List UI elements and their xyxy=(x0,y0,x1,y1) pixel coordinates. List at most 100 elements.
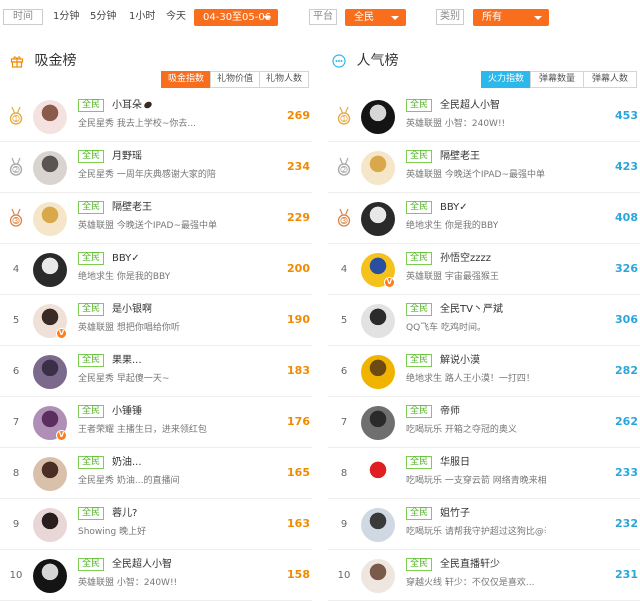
platform-tag: 全民 xyxy=(78,354,105,367)
gold-ranking-title-text: 吸金榜 xyxy=(34,53,77,69)
stream-description: 绝地求生 你是我的BBY xyxy=(406,221,499,231)
avatar[interactable] xyxy=(361,406,395,440)
avatar[interactable] xyxy=(33,355,67,389)
streamer-name[interactable]: 月野瑶 xyxy=(112,150,142,164)
rank-number: 6 xyxy=(340,366,348,377)
score-value: 231 xyxy=(615,568,638,581)
time-option-5min[interactable]: 5分钟 xyxy=(90,11,116,23)
streamer-name[interactable]: 全民直播轩少 xyxy=(440,558,500,572)
streamer-name[interactable]: 小耳朵 xyxy=(112,99,153,113)
stream-description: 全民星秀 早起傻一天~ xyxy=(78,374,170,384)
streamer-name[interactable]: 隔壁老王 xyxy=(112,201,152,215)
ranking-row[interactable]: 10 全民 全民超人小智 英雄联盟 小智：240W!! 158 xyxy=(0,550,312,601)
streamer-name[interactable]: 隔壁老王 xyxy=(440,150,480,164)
ranking-row[interactable]: 5 全民 全民TV丶严斌 QQ飞车 吃鸡时间。 306 xyxy=(328,295,640,346)
platform-tag: 全民 xyxy=(406,558,433,571)
platform-dropdown[interactable]: 全民 xyxy=(345,9,406,26)
tab-gift-people[interactable]: 礼物人数 xyxy=(259,71,309,88)
avatar[interactable] xyxy=(361,304,395,338)
avatar[interactable] xyxy=(361,559,395,593)
time-option-today[interactable]: 今天 xyxy=(166,11,186,23)
tab-fire-index[interactable]: 火力指数 xyxy=(481,71,531,88)
avatar[interactable] xyxy=(361,100,395,134)
popularity-ranking-panel: 人气榜 火力指数 弹幕数量 弹幕人数 1 全民 全民超人小智 英雄联盟 小智：240W… xyxy=(328,34,640,601)
time-option-1hour[interactable]: 1小时 xyxy=(129,11,155,23)
ranking-row[interactable]: 3 全民 隔壁老王 英雄联盟 今晚送个IPAD~最强中单 229 xyxy=(0,193,312,244)
streamer-name[interactable]: 解说小漠 xyxy=(440,354,480,368)
category-filter-label: 类别 xyxy=(436,9,464,25)
filter-bar: 时间 1分钟 5分钟 1小时 今天 04-30至05-06 平台 全民 类别 所… xyxy=(0,0,640,34)
gift-icon xyxy=(10,56,24,68)
score-value: 200 xyxy=(287,262,310,275)
platform-tag: 全民 xyxy=(406,507,433,520)
ranking-row[interactable]: 8 全民 奶油... 全民星秀 奶油...的直播间 165 xyxy=(0,448,312,499)
ranking-row[interactable]: 1 全民 全民超人小智 英雄联盟 小智：240W!! 453 xyxy=(328,91,640,142)
avatar[interactable] xyxy=(33,559,67,593)
tab-danmaku-count[interactable]: 弹幕数量 xyxy=(530,71,584,88)
ranking-row[interactable]: 9 全民 姐竹子 吃喝玩乐 请帮我守护超过这狗比@辛 232 xyxy=(328,499,640,550)
tab-danmaku-people[interactable]: 弹幕人数 xyxy=(583,71,637,88)
streamer-name[interactable]: 姐竹子 xyxy=(440,507,470,521)
streamer-name[interactable]: 蓉儿? xyxy=(112,507,137,521)
ranking-row[interactable]: 8 全民 华服日 吃喝玩乐 一支穿云箭 网络青晚来相见 233 xyxy=(328,448,640,499)
rank-number: 5 xyxy=(12,315,20,326)
streamer-name-text: 隔壁老王 xyxy=(440,151,480,162)
streamer-name[interactable]: 帝师 xyxy=(440,405,460,419)
ranking-row[interactable]: 3 全民 BBY✓ 绝地求生 你是我的BBY 408 xyxy=(328,193,640,244)
streamer-name[interactable]: 全民超人小智 xyxy=(440,99,500,113)
ranking-row[interactable]: 5 V 全民 是小银啊 英雄联盟 想把你唱给你听 190 xyxy=(0,295,312,346)
streamer-name[interactable]: 孙悟空zzzz xyxy=(440,252,491,266)
streamer-name[interactable]: 全民超人小智 xyxy=(112,558,172,572)
rank-number: 5 xyxy=(340,315,348,326)
chevron-down-icon xyxy=(263,16,271,20)
platform-filter-label: 平台 xyxy=(309,9,337,25)
score-value: 176 xyxy=(287,415,310,428)
ranking-row[interactable]: 9 全民 蓉儿? Showing 晚上好 163 xyxy=(0,499,312,550)
ranking-row[interactable]: 2 全民 隔壁老王 英雄联盟 今晚送个IPAD~最强中单 423 xyxy=(328,142,640,193)
avatar[interactable] xyxy=(33,508,67,542)
streamer-name[interactable]: BBY✓ xyxy=(112,252,140,266)
streamer-name[interactable]: 全民TV丶严斌 xyxy=(440,303,503,317)
rank-medal-number: 1 xyxy=(341,115,347,123)
ranking-row[interactable]: 7 V 全民 小锤锤 王者荣耀 主播生日，进来领红包 176 xyxy=(0,397,312,448)
category-dropdown[interactable]: 所有 xyxy=(473,9,549,26)
streamer-name[interactable]: 小锤锤 xyxy=(112,405,142,419)
ranking-row[interactable]: 6 全民 解说小漠 绝地求生 路人王小漠！一打四！ 282 xyxy=(328,346,640,397)
rank-number: 10 xyxy=(9,570,23,581)
avatar[interactable] xyxy=(33,457,67,491)
avatar[interactable] xyxy=(361,457,395,491)
tab-gift-value[interactable]: 礼物价值 xyxy=(210,71,260,88)
streamer-name[interactable]: 是小银啊 xyxy=(112,303,152,317)
stream-description: 英雄联盟 想把你唱给你听 xyxy=(78,323,180,333)
avatar[interactable] xyxy=(361,355,395,389)
avatar[interactable] xyxy=(33,100,67,134)
ranking-row[interactable]: 7 全民 帝师 吃喝玩乐 开箱之夺冠的奥义 262 xyxy=(328,397,640,448)
avatar[interactable] xyxy=(33,253,67,287)
ranking-row[interactable]: 4 V 全民 孙悟空zzzz 英雄联盟 宇宙最强猴王 326 xyxy=(328,244,640,295)
avatar[interactable] xyxy=(33,151,67,185)
ranking-row[interactable]: 6 全民 果果... 全民星秀 早起傻一天~ 183 xyxy=(0,346,312,397)
avatar[interactable] xyxy=(361,202,395,236)
streamer-name[interactable]: BBY✓ xyxy=(440,201,468,215)
stream-description: 英雄联盟 今晚送个IPAD~最强中单 xyxy=(78,221,217,231)
stream-description: 穿越火线 轩少：不仅仅是喜欢... xyxy=(406,578,535,588)
platform-tag: 全民 xyxy=(78,456,105,469)
avatar[interactable] xyxy=(33,202,67,236)
time-option-1min[interactable]: 1分钟 xyxy=(53,11,79,23)
avatar[interactable] xyxy=(361,151,395,185)
ranking-row[interactable]: 2 全民 月野瑶 全民星秀 一周年庆典感谢大家的陪 234 xyxy=(0,142,312,193)
ranking-row[interactable]: 1 全民 小耳朵 全民星秀 我去上学校~你去... 269 xyxy=(0,91,312,142)
streamer-name[interactable]: 果果... xyxy=(112,354,142,368)
rank-number: 1 xyxy=(6,91,26,142)
ranking-row[interactable]: 4 全民 BBY✓ 绝地求生 你是我的BBY 200 xyxy=(0,244,312,295)
streamer-name[interactable]: 华服日 xyxy=(440,456,470,470)
score-value: 183 xyxy=(287,364,310,377)
ranking-row[interactable]: 10 全民 全民直播轩少 穿越火线 轩少：不仅仅是喜欢... 231 xyxy=(328,550,640,601)
date-range-dropdown[interactable]: 04-30至05-06 xyxy=(194,9,278,26)
rank-medal-number: 2 xyxy=(13,166,19,174)
tab-gold-index[interactable]: 吸金指数 xyxy=(161,71,211,88)
popularity-ranking-tabs: 火力指数 弹幕数量 弹幕人数 xyxy=(481,71,637,88)
streamer-name-text: 蓉儿? xyxy=(112,508,138,519)
streamer-name[interactable]: 奶油... xyxy=(112,456,142,470)
avatar[interactable] xyxy=(361,508,395,542)
